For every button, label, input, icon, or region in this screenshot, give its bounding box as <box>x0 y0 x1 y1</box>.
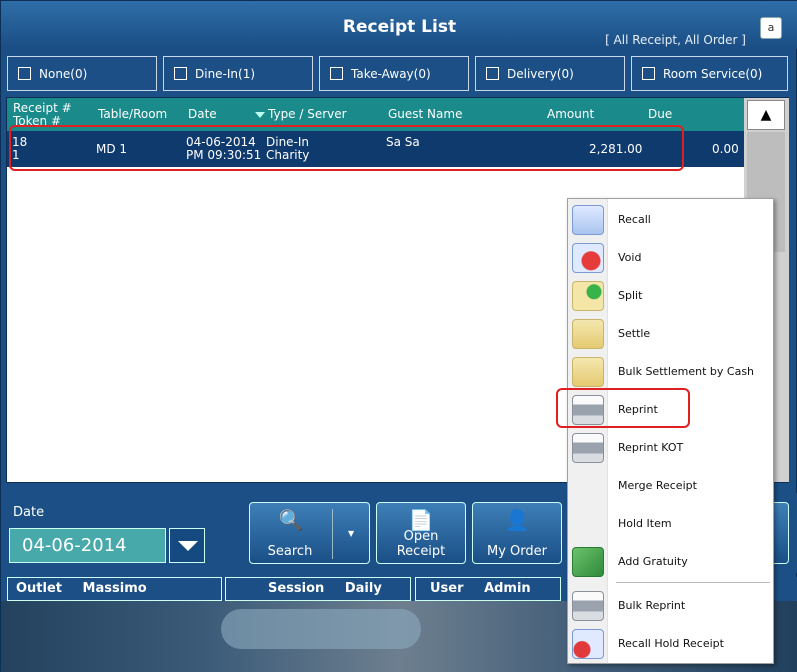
filter-label: Room Service(0) <box>663 66 763 81</box>
bulk-settle-icon <box>572 357 604 387</box>
filter-label: None(0) <box>39 66 88 81</box>
printer-icon <box>572 433 604 463</box>
checkbox-icon[interactable] <box>486 67 499 80</box>
filter-label: Take-Away(0) <box>351 66 431 81</box>
due: 0.00 <box>712 142 739 156</box>
search-label: Search <box>267 544 313 559</box>
user-icon: 👤 <box>504 508 530 532</box>
menu-separator <box>616 582 770 583</box>
scroll-up-button[interactable]: ▲ <box>747 100 785 130</box>
settle-icon <box>572 319 604 349</box>
menu-label: Merge Receipt <box>618 479 697 492</box>
menu-item-void[interactable]: Void <box>568 239 775 277</box>
menu-item-add-gratuity[interactable]: Add Gratuity <box>568 543 775 581</box>
menu-label: Recall <box>618 213 651 226</box>
outlet-label: Outlet <box>16 581 63 596</box>
col-type-server[interactable]: Type / Server <box>268 108 347 121</box>
date-label: Date <box>13 505 45 520</box>
menu-label: Bulk Reprint <box>618 599 686 612</box>
recall-hold-icon <box>572 629 604 659</box>
my-order-button[interactable]: 👤 My Order <box>472 502 562 564</box>
menu-label: Void <box>618 251 642 264</box>
context-menu: Recall Void Split Settle Bulk Settlement… <box>567 198 774 664</box>
open-label-line2: Receipt <box>396 544 446 559</box>
col-due[interactable]: Due <box>648 108 672 121</box>
col-date-label: Date <box>188 107 217 121</box>
money-icon <box>572 547 604 577</box>
menu-item-settle[interactable]: Settle <box>568 315 775 353</box>
col-guest-name[interactable]: Guest Name <box>388 108 462 121</box>
menu-label: Split <box>618 289 643 302</box>
session-info: Session Daily <box>225 577 411 601</box>
col-amount[interactable]: Amount <box>547 108 594 121</box>
filter-delivery[interactable]: Delivery(0) <box>475 56 625 91</box>
checkbox-icon[interactable] <box>642 67 655 80</box>
printer-icon <box>572 591 604 621</box>
order-type-filters: None(0) Dine-In(1) Take-Away(0) Delivery… <box>1 53 797 93</box>
receipt-scope-link[interactable]: [ All Receipt, All Order ] <box>605 33 746 47</box>
menu-label: Add Gratuity <box>618 555 688 568</box>
menu-label: Recall Hold Receipt <box>618 637 724 650</box>
user-label: User <box>430 581 464 596</box>
open-label-line1: Open <box>403 529 439 544</box>
date-dropdown-button[interactable] <box>169 528 205 563</box>
filter-label: Delivery(0) <box>507 66 574 81</box>
search-icon: 🔍 <box>278 508 304 532</box>
split-icon <box>572 281 604 311</box>
menu-item-bulk-settlement[interactable]: Bulk Settlement by Cash <box>568 353 775 391</box>
col-table-room[interactable]: Table/Room <box>98 108 167 121</box>
menu-item-split[interactable]: Split <box>568 277 775 315</box>
outlet-info: Outlet Massimo Ristorante <box>7 577 222 618</box>
menu-item-reprint-kot[interactable]: Reprint KOT <box>568 429 775 467</box>
dropdown-arrow-icon[interactable]: ▼ <box>348 529 354 538</box>
user-info: User Admin <box>415 577 561 601</box>
menu-label: Settle <box>618 327 651 340</box>
user-value: Admin <box>484 581 531 596</box>
receipt-icon <box>572 205 604 235</box>
menu-label: Hold Item <box>618 517 672 530</box>
open-receipt-label: Open Receipt <box>377 529 465 559</box>
filter-room-service[interactable]: Room Service(0) <box>631 56 788 91</box>
translate-icon[interactable]: a <box>760 17 782 39</box>
checkbox-icon[interactable] <box>330 67 343 80</box>
session-value: Daily <box>344 581 382 596</box>
title-bar: Receipt List [ All Receipt, All Order ] … <box>1 1 797 49</box>
menu-label: Bulk Settlement by Cash <box>618 365 755 378</box>
search-button[interactable]: 🔍 Search ▼ <box>249 502 370 564</box>
my-order-label: My Order <box>487 544 547 559</box>
checkbox-icon[interactable] <box>18 67 31 80</box>
menu-item-bulk-reprint[interactable]: Bulk Reprint <box>568 587 775 625</box>
menu-label: Reprint KOT <box>618 441 684 454</box>
menu-item-hold-item[interactable]: Hold Item <box>568 505 775 543</box>
chevron-up-icon: ▲ <box>760 107 772 123</box>
session-label: Session <box>268 581 325 596</box>
row-annotation-box <box>9 125 684 171</box>
filter-label: Dine-In(1) <box>195 66 256 81</box>
reprint-annotation-box <box>556 388 690 428</box>
void-icon <box>572 243 604 273</box>
filter-none[interactable]: None(0) <box>7 56 157 91</box>
menu-item-recall[interactable]: Recall <box>568 201 775 239</box>
date-field[interactable]: 04-06-2014 <box>9 528 166 563</box>
menu-item-merge-receipt[interactable]: Merge Receipt <box>568 467 775 505</box>
sort-desc-icon <box>254 111 265 118</box>
filter-take-away[interactable]: Take-Away(0) <box>319 56 469 91</box>
button-divider <box>332 509 333 559</box>
checkbox-icon[interactable] <box>174 67 187 80</box>
menu-item-recall-hold-receipt[interactable]: Recall Hold Receipt <box>568 625 775 663</box>
filter-dine-in[interactable]: Dine-In(1) <box>163 56 313 91</box>
col-date[interactable]: Date <box>188 108 265 121</box>
open-receipt-button[interactable]: 📄 Open Receipt <box>376 502 466 564</box>
